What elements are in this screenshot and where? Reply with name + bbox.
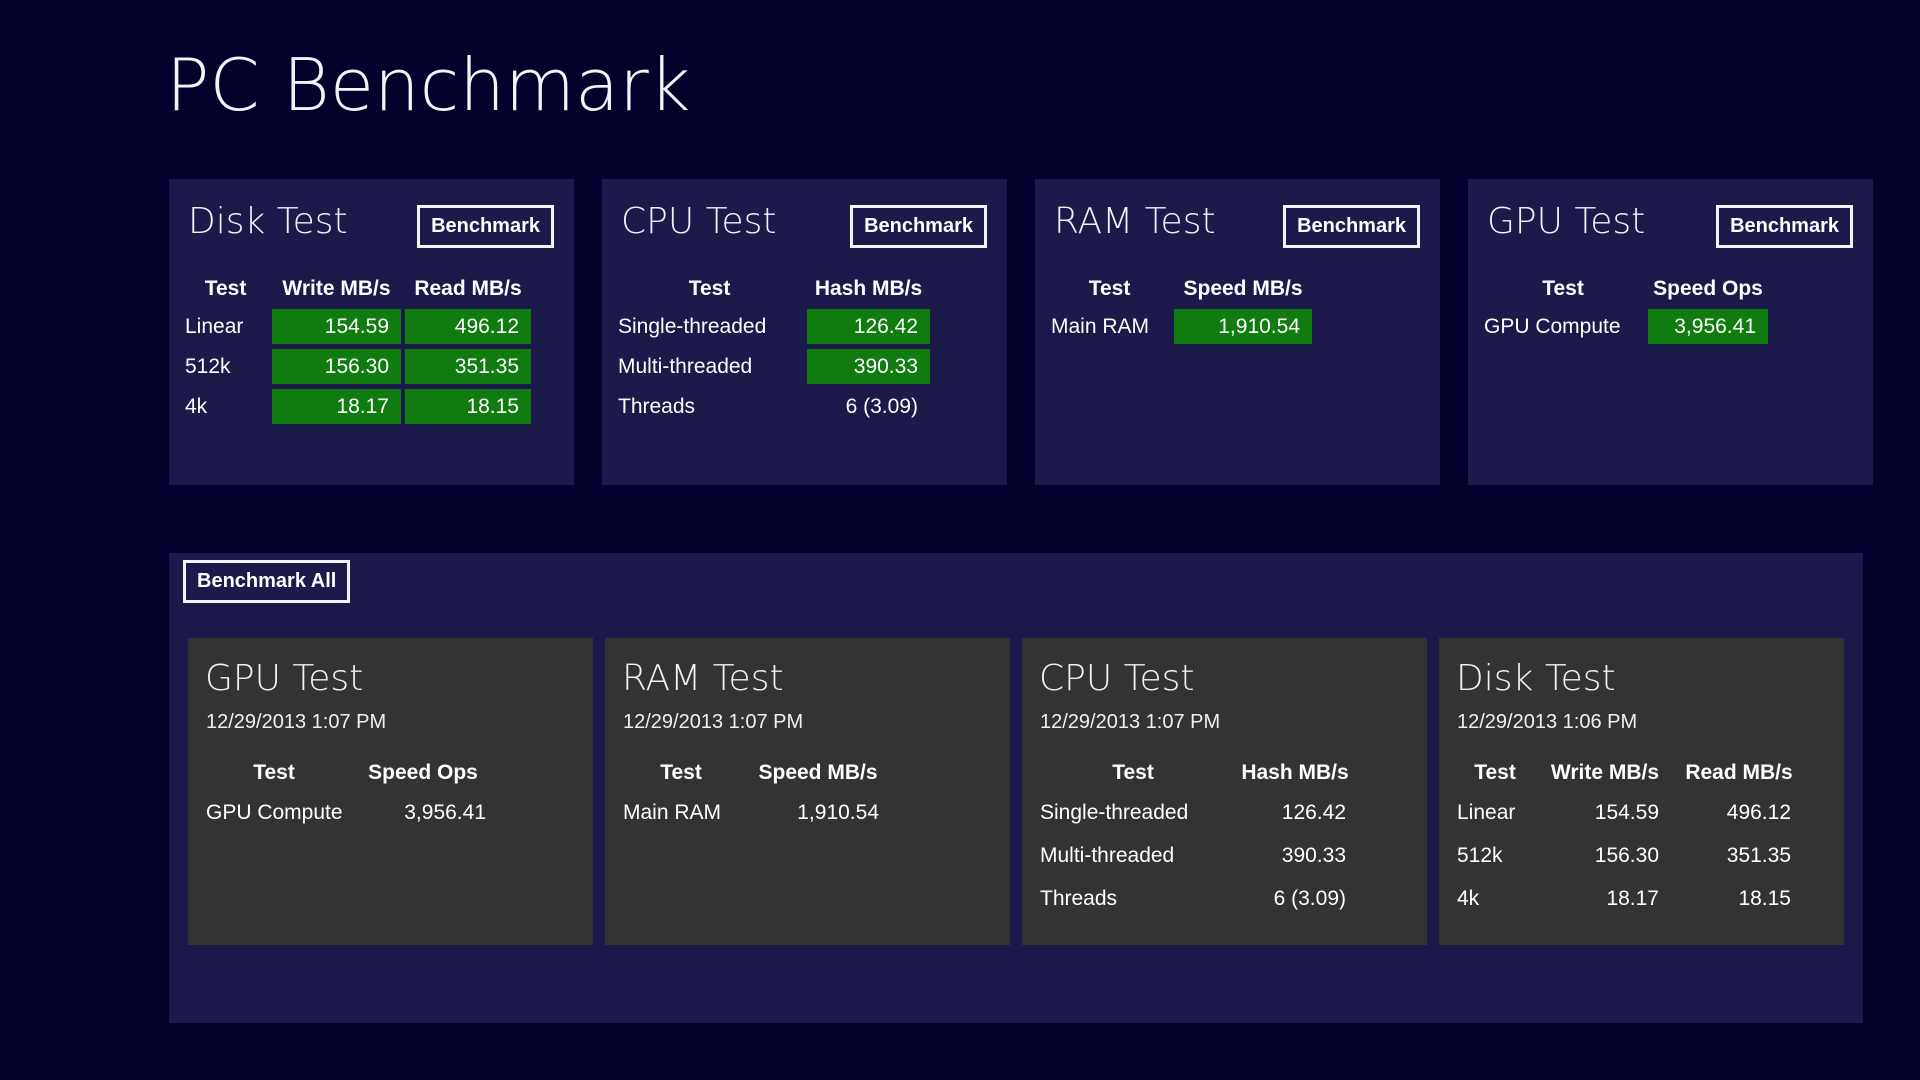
history-card-gpu: GPU Test 12/29/2013 1:07 PM Test Speed O… — [188, 638, 593, 945]
column-header: Hash MB/s — [807, 274, 930, 304]
card-title: CPU Test — [621, 201, 777, 242]
column-header: Read MB/s — [1675, 758, 1803, 788]
gpu-test-card: GPU Test Benchmark Test Speed Ops GPU Co… — [1468, 179, 1873, 485]
value-cell: 154.59 — [1539, 795, 1671, 831]
cpu-history-table: Test Hash MB/s Single-threaded 126.42 Mu… — [1038, 758, 1427, 917]
column-header: Test — [1038, 758, 1228, 788]
value-cell: 1,910.54 — [745, 795, 891, 831]
value-cell: 496.12 — [405, 309, 531, 344]
disk-test-card: Disk Test Benchmark Test Write MB/s Read… — [169, 179, 574, 485]
value-cell: 126.42 — [1232, 795, 1358, 831]
ram-benchmark-button[interactable]: Benchmark — [1283, 205, 1420, 248]
ram-history-table: Test Speed MB/s Main RAM 1,910.54 — [621, 758, 1010, 831]
value-cell: 390.33 — [807, 349, 930, 384]
history-card-disk: Disk Test 12/29/2013 1:06 PM Test Write … — [1439, 638, 1844, 945]
row-label: Multi-threaded — [616, 349, 803, 384]
column-header: Test — [616, 274, 803, 304]
column-header: Test — [1482, 274, 1644, 304]
row-label: Linear — [1455, 795, 1535, 831]
cpu-benchmark-button[interactable]: Benchmark — [850, 205, 987, 248]
column-header: Test — [1455, 758, 1535, 788]
page-title: PC Benchmark — [166, 46, 690, 125]
column-header: Test — [204, 758, 344, 788]
history-timestamp: 12/29/2013 1:07 PM — [1040, 711, 1427, 734]
card-title: GPU Test — [205, 658, 593, 699]
history-card-ram: RAM Test 12/29/2013 1:07 PM Test Speed M… — [605, 638, 1010, 945]
history-card-cpu: CPU Test 12/29/2013 1:07 PM Test Hash MB… — [1022, 638, 1427, 945]
value-cell: 18.17 — [272, 389, 401, 424]
card-title: GPU Test — [1487, 201, 1645, 242]
row-label: Main RAM — [1049, 309, 1170, 344]
row-label: GPU Compute — [1482, 309, 1644, 344]
column-header: Speed Ops — [1648, 274, 1768, 304]
column-header: Write MB/s — [272, 274, 401, 304]
column-header: Test — [621, 758, 741, 788]
card-title: Disk Test — [188, 201, 348, 242]
card-title: RAM Test — [1054, 201, 1216, 242]
column-header: Speed Ops — [348, 758, 498, 788]
gpu-results-table: Test Speed Ops GPU Compute 3,956.41 — [1482, 274, 1873, 344]
ram-test-card: RAM Test Benchmark Test Speed MB/s Main … — [1035, 179, 1440, 485]
value-cell: 18.15 — [405, 389, 531, 424]
row-label: 4k — [1455, 881, 1535, 917]
value-cell: 3,956.41 — [348, 795, 498, 831]
disk-card-header: Disk Test Benchmark — [169, 179, 574, 248]
row-label: Single-threaded — [616, 309, 803, 344]
value-cell: 351.35 — [1675, 838, 1803, 874]
value-cell: 126.42 — [807, 309, 930, 344]
value-cell: 18.15 — [1675, 881, 1803, 917]
value-cell: 154.59 — [272, 309, 401, 344]
card-title: Disk Test — [1456, 658, 1844, 699]
disk-history-table: Test Write MB/s Read MB/s Linear 154.59 … — [1455, 758, 1844, 917]
disk-results-table: Test Write MB/s Read MB/s Linear 154.59 … — [183, 274, 574, 424]
history-timestamp: 12/29/2013 1:07 PM — [206, 711, 593, 734]
value-cell: 3,956.41 — [1648, 309, 1768, 344]
gpu-history-table: Test Speed Ops GPU Compute 3,956.41 — [204, 758, 593, 831]
column-header: Test — [183, 274, 268, 304]
value-cell: 6 (3.09) — [807, 389, 930, 424]
row-label: Linear — [183, 309, 268, 344]
value-cell: 1,910.54 — [1174, 309, 1312, 344]
row-label: Single-threaded — [1038, 795, 1228, 831]
column-header: Speed MB/s — [745, 758, 891, 788]
cpu-card-header: CPU Test Benchmark — [602, 179, 1007, 248]
value-cell: 496.12 — [1675, 795, 1803, 831]
disk-benchmark-button[interactable]: Benchmark — [417, 205, 554, 248]
ram-card-header: RAM Test Benchmark — [1035, 179, 1440, 248]
gpu-benchmark-button[interactable]: Benchmark — [1716, 205, 1853, 248]
card-title: CPU Test — [1039, 658, 1427, 699]
value-cell: 18.17 — [1539, 881, 1671, 917]
row-label: Multi-threaded — [1038, 838, 1228, 874]
value-cell: 351.35 — [405, 349, 531, 384]
column-header: Test — [1049, 274, 1170, 304]
value-cell: 6 (3.09) — [1232, 881, 1358, 917]
row-label: Main RAM — [621, 795, 741, 831]
value-cell: 156.30 — [272, 349, 401, 384]
cpu-results-table: Test Hash MB/s Single-threaded 126.42 Mu… — [616, 274, 1007, 424]
row-label: GPU Compute — [204, 795, 344, 831]
test-cards-row: Disk Test Benchmark Test Write MB/s Read… — [169, 179, 1873, 485]
column-header: Read MB/s — [405, 274, 531, 304]
history-cards-row: GPU Test 12/29/2013 1:07 PM Test Speed O… — [188, 638, 1844, 945]
column-header: Speed MB/s — [1174, 274, 1312, 304]
row-label: 512k — [1455, 838, 1535, 874]
value-cell: 156.30 — [1539, 838, 1671, 874]
card-title: RAM Test — [622, 658, 1010, 699]
row-label: 512k — [183, 349, 268, 384]
ram-results-table: Test Speed MB/s Main RAM 1,910.54 — [1049, 274, 1440, 344]
cpu-test-card: CPU Test Benchmark Test Hash MB/s Single… — [602, 179, 1007, 485]
column-header: Hash MB/s — [1232, 758, 1358, 788]
history-timestamp: 12/29/2013 1:06 PM — [1457, 711, 1844, 734]
column-header: Write MB/s — [1539, 758, 1671, 788]
benchmark-all-button[interactable]: Benchmark All — [183, 560, 350, 603]
value-cell: 390.33 — [1232, 838, 1358, 874]
history-timestamp: 12/29/2013 1:07 PM — [623, 711, 1010, 734]
history-panel: Benchmark All GPU Test 12/29/2013 1:07 P… — [169, 553, 1863, 1023]
gpu-card-header: GPU Test Benchmark — [1468, 179, 1873, 248]
row-label: 4k — [183, 389, 268, 424]
row-label: Threads — [1038, 881, 1228, 917]
row-label: Threads — [616, 389, 803, 424]
